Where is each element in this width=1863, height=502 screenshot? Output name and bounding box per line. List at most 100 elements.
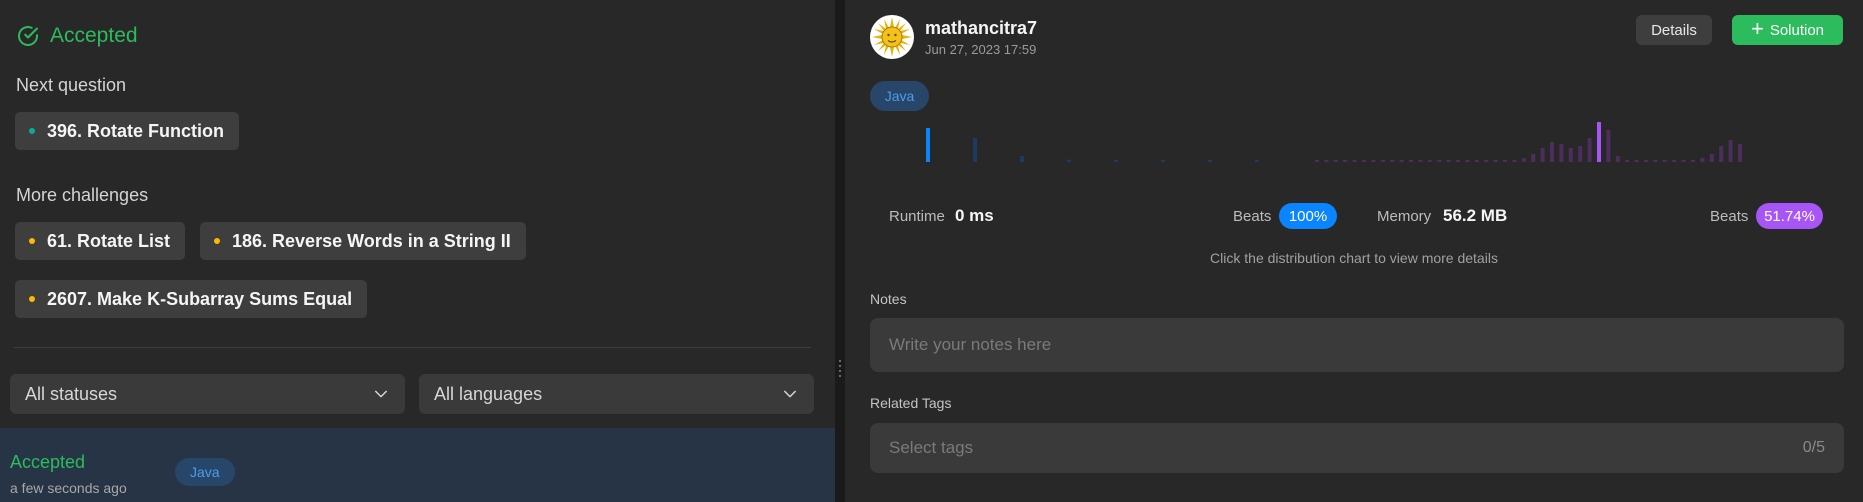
memory-value: 56.2 MB (1443, 206, 1508, 225)
distribution-chart[interactable] (845, 120, 1863, 200)
memory-bar[interactable] (1691, 160, 1695, 162)
memory-bar[interactable] (1728, 140, 1733, 162)
submission-language-badge: Java (175, 458, 235, 486)
memory-bar[interactable] (1352, 160, 1357, 162)
runtime-bar[interactable] (1208, 160, 1212, 162)
memory-bar[interactable] (1587, 138, 1592, 162)
runtime-bar[interactable] (1255, 160, 1259, 162)
challenge-title: 61. Rotate List (47, 230, 171, 251)
accepted-label: Accepted (50, 24, 138, 47)
memory-bar[interactable] (1380, 160, 1385, 162)
details-button[interactable]: Details (1636, 15, 1712, 45)
runtime-beats-label: Beats (1233, 208, 1272, 225)
memory-bar[interactable] (1456, 160, 1460, 162)
memory-bar[interactable] (1578, 146, 1583, 162)
memory-bar[interactable] (1409, 160, 1413, 162)
next-question-chip[interactable]: 396. Rotate Function (15, 112, 240, 150)
sun-avatar-icon (871, 16, 913, 58)
language-filter-dropdown[interactable]: All languages (419, 374, 814, 414)
memory-bar[interactable] (1625, 160, 1630, 162)
runtime-bar[interactable] (926, 128, 930, 162)
memory-bar[interactable] (1597, 122, 1601, 162)
memory-bar[interactable] (1465, 160, 1470, 162)
memory-bar[interactable] (1644, 160, 1648, 162)
divider (14, 347, 811, 348)
chevron-down-icon (784, 390, 796, 398)
runtime-bar[interactable] (1020, 156, 1024, 162)
pane-splitter[interactable] (835, 0, 845, 502)
tags-count: 0/5 (1802, 439, 1825, 456)
memory-bar[interactable] (1427, 160, 1432, 162)
memory-bar[interactable] (1437, 160, 1442, 162)
memory-bar[interactable] (1371, 160, 1376, 162)
runtime-bar[interactable] (973, 138, 977, 162)
submission-status: Accepted (10, 452, 86, 472)
difficulty-dot (29, 296, 35, 302)
solution-button-label: Solution (1769, 21, 1825, 39)
memory-bar[interactable] (1606, 130, 1611, 162)
memory-bar[interactable] (1390, 160, 1395, 162)
challenge-chip[interactable]: 61. Rotate List (15, 222, 186, 260)
memory-bar[interactable] (1662, 160, 1667, 162)
submission-date: Jun 27, 2023 17:59 (925, 42, 1037, 57)
runtime-label: Runtime (889, 208, 945, 225)
more-challenges-label: More challenges (16, 185, 149, 205)
avatar[interactable] (870, 15, 914, 59)
runtime-bar[interactable] (1161, 160, 1165, 162)
status-filter-dropdown[interactable]: All statuses (10, 374, 405, 414)
memory-bar[interactable] (1512, 160, 1517, 162)
notes-input[interactable]: Write your notes here (870, 318, 1844, 372)
memory-bar[interactable] (1672, 160, 1677, 162)
submission-time: a few seconds ago (10, 480, 127, 496)
challenge-title: 2607. Make K-Subarray Sums Equal (47, 288, 353, 309)
solution-button[interactable]: + Solution (1732, 15, 1843, 45)
memory-bar[interactable] (1333, 160, 1338, 162)
notes-placeholder: Write your notes here (889, 335, 1052, 354)
difficulty-dot (214, 238, 220, 244)
memory-bar[interactable] (1531, 154, 1536, 162)
chevron-down-icon (375, 390, 387, 398)
memory-bar[interactable] (1540, 148, 1545, 162)
memory-bar[interactable] (1738, 144, 1742, 162)
memory-bar[interactable] (1653, 160, 1658, 162)
submission-result-panel: Accepted Next question 396. Rotate Funct… (0, 0, 835, 502)
memory-beats-label: Beats (1710, 208, 1749, 225)
tags-select[interactable]: Select tags 0/5 (870, 423, 1844, 473)
check-circle-icon (18, 26, 38, 46)
memory-bar[interactable] (1550, 142, 1554, 162)
difficulty-dot (29, 128, 35, 134)
runtime-beats-badge: 100% (1279, 203, 1337, 229)
memory-bar[interactable] (1719, 146, 1724, 162)
memory-bar[interactable] (1493, 160, 1498, 162)
memory-bar[interactable] (1521, 158, 1526, 162)
tags-placeholder: Select tags (889, 438, 974, 457)
memory-bar[interactable] (1615, 156, 1620, 162)
difficulty-dot (29, 238, 35, 244)
memory-bar[interactable] (1700, 158, 1705, 162)
memory-bar[interactable] (1474, 160, 1479, 162)
runtime-bar[interactable] (1067, 159, 1071, 162)
memory-bar[interactable] (1568, 148, 1573, 162)
next-question-title: 396. Rotate Function (47, 120, 225, 141)
challenge-chip[interactable]: 2607. Make K-Subarray Sums Equal (15, 280, 368, 318)
memory-bar[interactable] (1446, 160, 1451, 162)
memory-bar[interactable] (1399, 160, 1404, 162)
memory-bar[interactable] (1709, 154, 1714, 162)
submission-row[interactable]: Accepted a few seconds ago Java (0, 428, 835, 502)
memory-bar[interactable] (1503, 160, 1507, 162)
memory-bar[interactable] (1634, 160, 1639, 162)
memory-bar[interactable] (1343, 160, 1348, 162)
accepted-header: Accepted (16, 24, 138, 48)
language-filter-value: All languages (434, 383, 543, 404)
memory-bar[interactable] (1559, 144, 1564, 162)
memory-bar[interactable] (1315, 160, 1319, 162)
runtime-value: 0 ms (955, 206, 994, 225)
memory-bar[interactable] (1418, 160, 1423, 162)
challenge-chip[interactable]: 186. Reverse Words in a String II (200, 222, 526, 260)
memory-bar[interactable] (1681, 160, 1686, 162)
username[interactable]: mathancitra7 (925, 18, 1037, 39)
memory-bar[interactable] (1362, 160, 1366, 162)
memory-bar[interactable] (1484, 160, 1489, 162)
memory-bar[interactable] (1324, 160, 1329, 162)
runtime-bar[interactable] (1114, 160, 1118, 162)
